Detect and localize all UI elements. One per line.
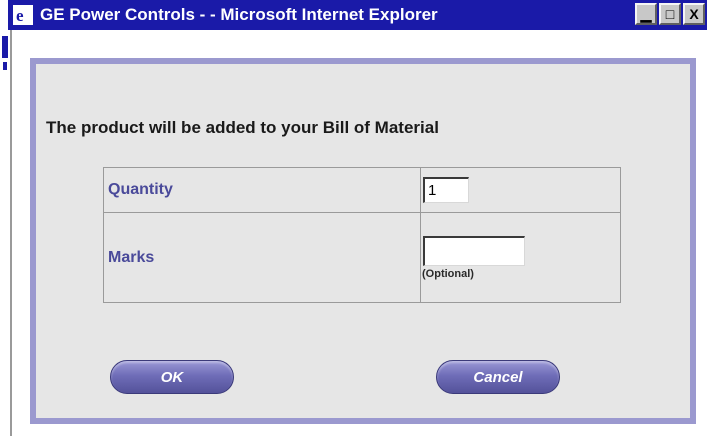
browser-window: e GE Power Controls - - Microsoft Intern… bbox=[0, 0, 707, 436]
dialog-heading: The product will be added to your Bill o… bbox=[46, 118, 439, 137]
svg-text:e: e bbox=[16, 6, 24, 25]
close-button[interactable]: X bbox=[683, 3, 705, 25]
title-bar[interactable]: e GE Power Controls - - Microsoft Intern… bbox=[8, 0, 707, 30]
window-title: GE Power Controls - - Microsoft Internet… bbox=[40, 5, 438, 24]
close-icon: X bbox=[689, 6, 699, 22]
left-divider bbox=[10, 30, 12, 436]
marks-input[interactable] bbox=[423, 235, 525, 266]
bom-form-table: Quantity Marks (Optional) bbox=[103, 167, 621, 303]
minimize-button[interactable]: ▁ bbox=[635, 3, 657, 25]
minimize-icon: ▁ bbox=[640, 5, 652, 22]
internet-explorer-icon: e bbox=[12, 4, 34, 26]
marks-label: Marks bbox=[103, 212, 421, 303]
marks-optional-note: (Optional) bbox=[422, 267, 474, 280]
ok-button[interactable]: OK bbox=[110, 360, 234, 394]
maximize-button[interactable]: □ bbox=[659, 3, 681, 25]
quantity-row: Quantity bbox=[103, 167, 621, 213]
quantity-label: Quantity bbox=[103, 167, 421, 213]
window-controls: ▁ □ X bbox=[635, 3, 705, 25]
marks-row: Marks (Optional) bbox=[103, 212, 621, 303]
maximize-icon: □ bbox=[665, 6, 675, 22]
dialog-frame: The product will be added to your Bill o… bbox=[30, 58, 696, 424]
cancel-button[interactable]: Cancel bbox=[436, 360, 560, 394]
left-edge-mark bbox=[3, 62, 7, 70]
quantity-input[interactable] bbox=[423, 177, 469, 203]
left-edge-mark bbox=[2, 36, 8, 58]
marks-cell: (Optional) bbox=[420, 212, 621, 303]
quantity-cell bbox=[420, 167, 621, 213]
